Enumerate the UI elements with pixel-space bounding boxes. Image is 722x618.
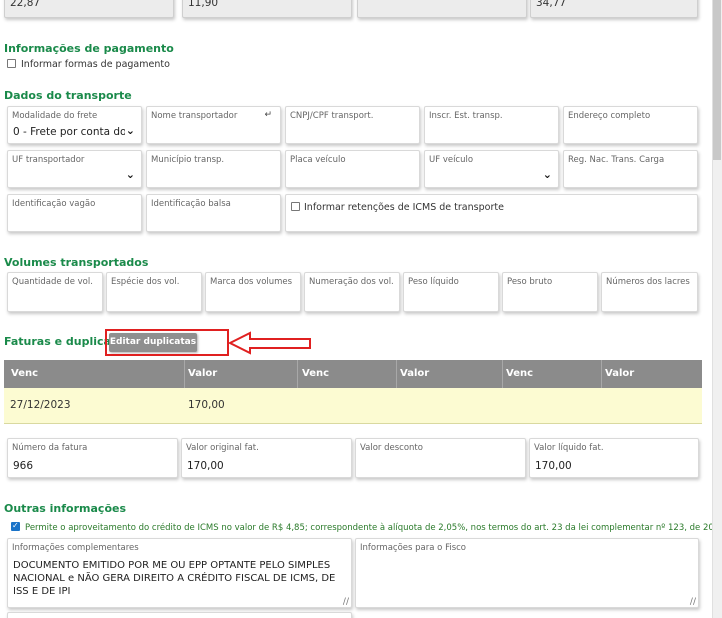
fiscal-info-textarea[interactable]: Informações para o Fisco ∕∕	[355, 538, 699, 608]
total-field-4: 34,77	[530, 0, 698, 18]
page-scrollbar[interactable]	[712, 0, 722, 618]
search-carrier-icon[interactable]: ↵	[264, 110, 272, 120]
carrier-ie-field[interactable]: Inscr. Est. transp.	[424, 106, 559, 144]
icms-credit-checkbox[interactable]	[11, 521, 20, 531]
volume-numbering-label: Numeração dos vol.	[309, 277, 394, 287]
annotation-highlight-box	[105, 329, 229, 356]
invoice-number-label: Número da fatura	[12, 443, 88, 453]
chevron-down-icon: ⌄	[125, 124, 135, 137]
original-value-field[interactable]: Valor original fat. 170,00	[181, 438, 352, 478]
icms-credit-label: Permite o aproveitamento do crédito de I…	[25, 523, 722, 533]
net-value-field[interactable]: Valor líquido fat. 170,00	[529, 438, 699, 478]
original-value-label: Valor original fat.	[186, 443, 259, 453]
gross-weight-label: Peso bruto	[507, 277, 553, 287]
grid-separator	[601, 360, 602, 388]
total-field-3	[357, 0, 527, 18]
grid-header-valor-1[interactable]: Valor	[188, 368, 217, 379]
vehicle-plate-label: Placa veículo	[290, 155, 346, 165]
grid-header-venc-2[interactable]: Venc	[302, 368, 329, 379]
volume-brand-label: Marca dos volumes	[210, 277, 293, 287]
vehicle-uf-select[interactable]: UF veículo ⌄	[424, 150, 559, 188]
row-venc-1: 27/12/2023	[10, 399, 71, 411]
fiscal-info-label: Informações para o Fisco	[360, 543, 467, 553]
chevron-down-icon: ⌄	[542, 168, 552, 181]
other-info-section-title: Outras informações	[4, 502, 127, 515]
net-value-label: Valor líquido fat.	[534, 443, 604, 453]
transport-section-title: Dados do transporte	[4, 89, 132, 102]
total-field-2: 11,90	[182, 0, 352, 18]
carrier-name-label: Nome transportador	[151, 111, 238, 121]
discount-value-field[interactable]: Valor desconto	[355, 438, 526, 478]
wagon-id-field[interactable]: Identificação vagão	[7, 194, 142, 232]
complementary-info-label: Informações complementares	[12, 543, 139, 553]
net-weight-label: Peso líquido	[408, 277, 459, 287]
total-field-1: 22,87	[4, 0, 174, 18]
volume-numbering-field[interactable]: Numeração dos vol.	[304, 272, 400, 312]
seal-numbers-field[interactable]: Números dos lacres	[601, 272, 698, 312]
payment-section-title: Informações de pagamento	[4, 42, 174, 55]
volume-qty-field[interactable]: Quantidade de vol.	[7, 272, 103, 312]
total-value-4: 34,77	[536, 0, 567, 9]
resize-handle-icon[interactable]: ∕∕	[343, 597, 349, 607]
complementary-info-value: DOCUMENTO EMITIDO POR ME OU EPP OPTANTE …	[13, 560, 336, 597]
net-value-value: 170,00	[535, 460, 572, 472]
barge-id-field[interactable]: Identificação balsa	[146, 194, 281, 232]
volume-brand-field[interactable]: Marca dos volumes	[205, 272, 301, 312]
carrier-ie-label: Inscr. Est. transp.	[429, 111, 503, 121]
volume-species-field[interactable]: Espécie dos vol.	[106, 272, 202, 312]
grid-separator	[184, 360, 185, 388]
net-weight-field[interactable]: Peso líquido	[403, 272, 499, 312]
invoice-number-field[interactable]: Número da fatura 966	[7, 438, 178, 478]
gross-weight-field[interactable]: Peso bruto	[502, 272, 598, 312]
carrier-cnpj-label: CNPJ/CPF transport.	[290, 111, 374, 121]
grid-separator	[396, 360, 397, 388]
grid-header-venc-1[interactable]: Venc	[11, 368, 38, 379]
rntc-label: Reg. Nac. Trans. Carga	[568, 155, 665, 165]
grid-header-valor-3[interactable]: Valor	[605, 368, 634, 379]
wagon-id-label: Identificação vagão	[12, 199, 96, 209]
annotation-arrow	[228, 331, 311, 355]
vehicle-plate-field[interactable]: Placa veículo	[285, 150, 420, 188]
freight-mode-label: Modalidade do frete	[12, 111, 98, 121]
carrier-city-label: Município transp.	[151, 155, 225, 165]
carrier-address-field[interactable]: Endereço completo	[563, 106, 698, 144]
original-value-value: 170,00	[187, 460, 224, 472]
vehicle-uf-label: UF veículo	[429, 155, 474, 165]
carrier-uf-select[interactable]: UF transportador ⌄	[7, 150, 142, 188]
carrier-uf-label: UF transportador	[12, 155, 85, 165]
freight-mode-select[interactable]: Modalidade do frete 0 - Frete por conta …	[7, 106, 142, 144]
discount-value-label: Valor desconto	[360, 443, 423, 453]
chevron-down-icon: ⌄	[125, 168, 135, 181]
duplicates-grid-header: Venc Valor Venc Valor Venc Valor	[4, 360, 702, 388]
resize-handle-icon[interactable]: ∕∕	[690, 597, 696, 607]
grid-header-venc-3[interactable]: Venc	[506, 368, 533, 379]
volume-qty-label: Quantidade de vol.	[12, 277, 93, 287]
grid-separator	[502, 360, 503, 388]
freight-mode-value: 0 - Frete por conta do	[13, 126, 125, 138]
grid-header-valor-2[interactable]: Valor	[400, 368, 429, 379]
carrier-city-field[interactable]: Município transp.	[146, 150, 281, 188]
rntc-field[interactable]: Reg. Nac. Trans. Carga	[563, 150, 698, 188]
icms-retention-box: Informar retenções de ICMS de transporte	[285, 194, 698, 232]
icms-retention-checkbox[interactable]	[291, 202, 300, 211]
carrier-address-label: Endereço completo	[568, 111, 651, 121]
carrier-cnpj-field[interactable]: CNPJ/CPF transport.	[285, 106, 420, 144]
payment-forms-label: Informar formas de pagamento	[21, 59, 170, 70]
barge-id-label: Identificação balsa	[151, 199, 231, 209]
total-value-1: 22,87	[10, 0, 41, 9]
volume-species-label: Espécie dos vol.	[111, 277, 180, 287]
payment-forms-checkbox[interactable]	[7, 59, 16, 68]
total-value-2: 11,90	[188, 0, 219, 9]
icms-retention-label: Informar retenções de ICMS de transporte	[304, 202, 504, 213]
grid-separator	[297, 360, 298, 388]
volumes-section-title: Volumes transportados	[4, 256, 149, 269]
carrier-name-field[interactable]: Nome transportador ↵	[146, 106, 281, 144]
complementary-info-textarea[interactable]: Informações complementares DOCUMENTO EMI…	[7, 538, 352, 608]
row-valor-1: 170,00	[188, 399, 225, 411]
scrollbar-thumb[interactable]	[713, 0, 721, 160]
next-field-partial[interactable]	[7, 612, 352, 618]
seal-numbers-label: Números dos lacres	[606, 277, 690, 287]
table-row[interactable]: 27/12/2023 170,00	[4, 388, 702, 424]
invoice-number-value: 966	[13, 460, 34, 472]
